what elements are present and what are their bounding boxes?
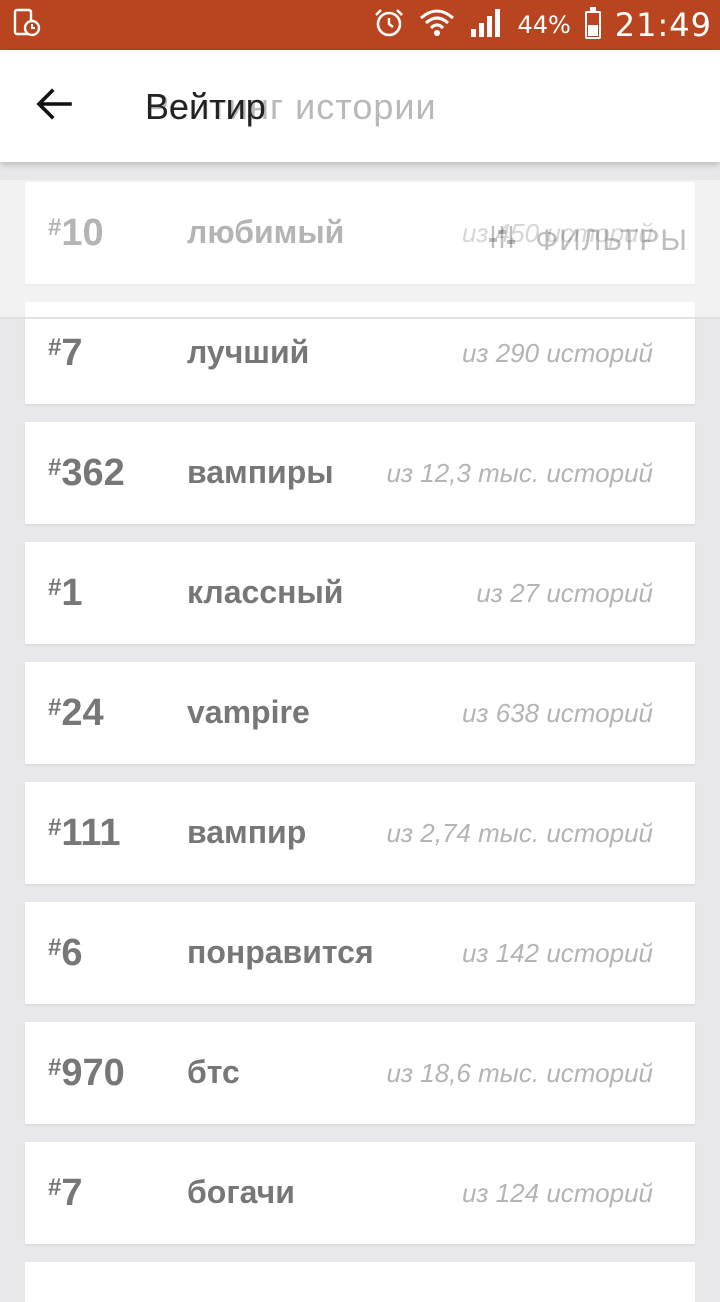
rank-number: #1: [48, 572, 83, 614]
wifi-icon: [419, 7, 455, 44]
tag-name: vampire: [187, 694, 310, 730]
story-count: из 27 историй: [476, 578, 653, 608]
ranking-item[interactable]: #24 vampire из 638 историй: [25, 662, 695, 764]
rank-number: #970: [48, 1052, 125, 1094]
rank-number: #6: [48, 932, 83, 974]
tag-name: богачи: [187, 1174, 295, 1210]
tag-name: бтс: [187, 1054, 240, 1090]
ranking-list: #10 любимый из 450 историй #7 лучший из …: [25, 182, 695, 1302]
rank-number: #7: [48, 332, 83, 374]
story-count: из 450 историй: [461, 218, 653, 248]
alarm-icon: [373, 7, 405, 44]
rank-number: #7: [48, 1172, 83, 1214]
ranking-item[interactable]: #111 вампир из 2,74 тыс. историй: [25, 782, 695, 884]
ranking-item-partial[interactable]: [25, 1262, 695, 1302]
status-left: [12, 8, 42, 43]
page-title: Вейтир: [145, 86, 266, 127]
battery-percent: 44%: [517, 11, 571, 39]
status-bar: 44% 21:49: [0, 0, 720, 50]
story-count: из 2,74 тыс. историй: [386, 818, 654, 848]
ranking-item[interactable]: #6 понравится из 142 историй: [25, 902, 695, 1004]
tag-name: вампиры: [187, 454, 334, 490]
story-count: из 124 историй: [461, 1178, 653, 1208]
ranking-item[interactable]: #7 лучший из 290 историй: [25, 302, 695, 404]
tag-name: любимый: [187, 214, 345, 250]
battery-icon: [584, 7, 601, 39]
ranking-item[interactable]: #7 богачи из 124 историй: [25, 1142, 695, 1244]
arrow-left-icon: [34, 84, 74, 129]
back-button[interactable]: [22, 74, 86, 138]
story-count: из 290 историй: [461, 338, 653, 368]
story-count: из 142 историй: [461, 938, 653, 968]
rank-number: #111: [48, 812, 121, 854]
tag-name: классный: [187, 574, 344, 610]
app-bar: Рейтинг истории Вейтир: [0, 50, 720, 162]
tag-name: вампир: [187, 814, 307, 850]
rank-number: #24: [48, 692, 104, 734]
story-count: из 18,6 тыс. историй: [386, 1058, 654, 1088]
status-right: 44% 21:49: [373, 6, 712, 44]
cell-signal-icon: [469, 7, 503, 44]
story-count: из 12,3 тыс. историй: [386, 458, 654, 488]
ranking-item[interactable]: #362 вампиры из 12,3 тыс. историй: [25, 422, 695, 524]
device-usage-icon: [12, 8, 42, 43]
tag-name: лучший: [187, 334, 310, 370]
ranking-item[interactable]: #10 любимый из 450 историй: [25, 182, 695, 284]
tag-name: понравится: [187, 934, 374, 970]
rank-number: #10: [48, 212, 104, 254]
ranking-item[interactable]: #1 классный из 27 историй: [25, 542, 695, 644]
story-count: из 638 историй: [461, 698, 653, 728]
clock: 21:49: [614, 6, 712, 44]
ranking-item[interactable]: #970 бтс из 18,6 тыс. историй: [25, 1022, 695, 1124]
rank-number: #362: [48, 452, 125, 494]
